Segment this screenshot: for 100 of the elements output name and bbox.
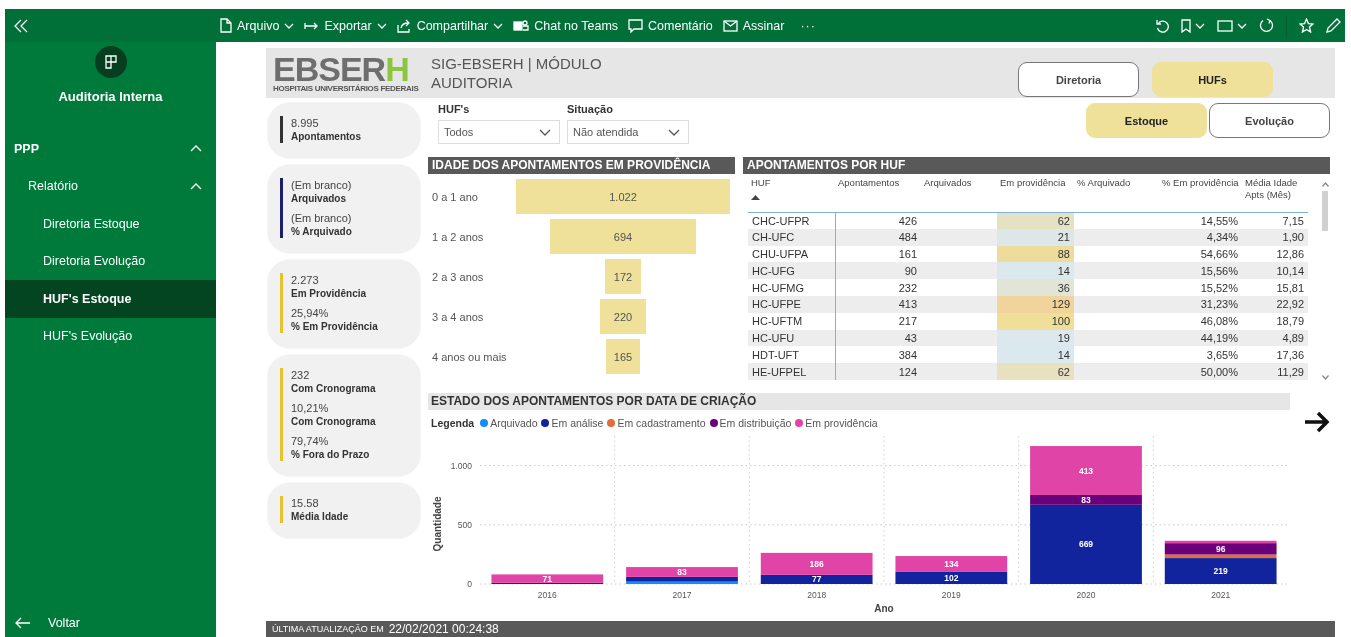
table-cell: 18,79 <box>1242 312 1308 330</box>
tick-label: 1.000 <box>450 460 472 471</box>
table-cell: 50,00% <box>1159 363 1242 380</box>
metric-label: Apontamentos <box>291 130 361 143</box>
table-cell: CH-UFC <box>748 228 835 246</box>
tick-label: 500 <box>457 519 472 530</box>
legend-label: Em análise <box>551 417 604 429</box>
collapse-icon[interactable] <box>13 18 29 33</box>
view-toggle-button[interactable]: Evolução <box>1209 103 1330 138</box>
table-cell: 1,90 <box>1242 228 1308 246</box>
column-header[interactable]: Média Idade Apts (Mês) <box>1242 174 1308 212</box>
update-timestamp: 22/02/2021 00:24:38 <box>388 622 499 636</box>
menu-button[interactable]: Assinar <box>718 12 789 39</box>
teams-icon <box>513 18 530 33</box>
category-label: 0 a 1 ano <box>431 190 479 203</box>
table-cell: HE-UFPEL <box>748 363 835 380</box>
table-cell: 36 <box>997 279 1074 296</box>
data-label: 77 <box>811 574 822 585</box>
back-link[interactable]: Voltar <box>5 616 216 637</box>
table-cell: 44,19% <box>1159 329 1242 347</box>
tick-label: 0 <box>467 579 472 589</box>
page-nav-button[interactable]: HUFs <box>1152 62 1273 97</box>
metric-value: 10,21% <box>291 401 330 415</box>
category-label: 2 a 3 anos <box>431 270 485 283</box>
more-button[interactable]: ··· <box>796 12 820 39</box>
bookmark-button[interactable] <box>1181 18 1205 33</box>
column-header[interactable]: Arquivados <box>921 174 997 212</box>
funnel-bar: 220 <box>599 299 647 334</box>
app-logo-icon <box>94 46 127 78</box>
tick-label: 2018 <box>807 590 827 600</box>
table-cell: HC-UFTM <box>748 312 835 330</box>
data-label: 83 <box>1081 494 1091 505</box>
app-title: Auditoria Interna <box>58 89 163 104</box>
table-cell: 14 <box>997 346 1074 364</box>
menu-button[interactable]: Arquivo <box>216 12 299 39</box>
table-cell: 232 <box>835 279 921 296</box>
next-arrow-icon[interactable] <box>1304 411 1330 433</box>
menu-button[interactable]: Comentário <box>624 12 717 39</box>
metric-value: 15.58 <box>291 496 320 510</box>
metric-label: % Fora do Prazo <box>291 448 371 461</box>
metric-label: Em Providência <box>291 287 368 300</box>
nav-item[interactable]: Diretoria Estoque <box>5 205 216 243</box>
chevron-down-icon <box>539 128 551 136</box>
refresh-icon[interactable] <box>1259 18 1274 33</box>
view-toggle-button[interactable]: Estoque <box>1086 103 1207 138</box>
view-button[interactable] <box>1217 19 1247 32</box>
table-cell: 4,34% <box>1159 228 1242 246</box>
table-cell: 12,86 <box>1242 245 1308 263</box>
table-cell: 15,56% <box>1159 262 1242 280</box>
table-cell: 54,66% <box>1159 245 1242 263</box>
table-cell: 413 <box>835 296 921 313</box>
funnel-bar: 172 <box>605 259 641 294</box>
data-label: 219 <box>1213 566 1228 577</box>
column-header[interactable]: HUF <box>748 174 835 212</box>
data-label: 186 <box>809 558 824 569</box>
panel-title: IDADE DOS APONTAMENTOS EM PROVIDÊNCIA <box>428 157 735 174</box>
page-nav-button[interactable]: Diretoria <box>1018 62 1139 97</box>
nav-item[interactable]: Relatório <box>5 167 216 205</box>
column-header[interactable]: Em providência <box>997 174 1074 212</box>
data-label: 102 <box>944 572 959 583</box>
pencil-icon[interactable] <box>1326 18 1341 33</box>
panel-title: APONTAMENTOS POR HUF <box>743 157 1330 174</box>
table-cell: CHC-UFPR <box>748 212 835 229</box>
menu-button[interactable]: Exportar <box>300 12 391 39</box>
menu-button[interactable]: Chat no Teams <box>509 12 623 39</box>
table-cell: 426 <box>835 212 921 229</box>
dropdown-field[interactable]: Não atendida <box>567 120 689 144</box>
table-cell: 22,92 <box>1242 296 1308 313</box>
column-header[interactable]: % Arquivado <box>1074 174 1159 212</box>
undo-icon[interactable] <box>1155 18 1169 33</box>
column-header[interactable]: Apontamentos <box>835 174 921 212</box>
axis-title: Quantidade <box>432 496 443 552</box>
column-header[interactable]: % Em providência <box>1159 174 1242 212</box>
caret-icon <box>1237 21 1247 30</box>
metric-label: % Arquivado <box>291 225 352 238</box>
legend-title: Legenda <box>431 417 475 429</box>
nav-item[interactable]: HUF's Estoque <box>5 280 216 318</box>
funnel-bar: 165 <box>605 339 641 374</box>
metric-value: 79,74% <box>291 434 330 448</box>
nav-item[interactable]: PPP <box>5 130 216 168</box>
legend-label: Em distribuição <box>719 417 792 429</box>
menu-button[interactable]: Compartilhar <box>392 12 508 39</box>
scroll-down-icon <box>1321 374 1329 380</box>
panel-title: ESTADO DOS APONTAMENTOS POR DATA DE CRIAÇÃO <box>428 393 1290 410</box>
filter-label: Situação <box>567 103 614 115</box>
share-icon <box>396 18 412 33</box>
tick-label: 2020 <box>1076 590 1096 600</box>
metric-label: Com Cronograma <box>291 382 376 395</box>
nav-item[interactable]: HUF's Evolução <box>5 317 216 355</box>
funnel-bar: 1.022 <box>516 179 730 214</box>
scroll-thumb[interactable] <box>1322 191 1328 231</box>
axis-title: Ano <box>874 603 894 614</box>
caret-icon <box>1195 21 1205 30</box>
data-label: 83 <box>677 567 687 577</box>
dropdown-field[interactable]: Todos <box>438 120 560 144</box>
data-label: 134 <box>944 559 959 569</box>
star-icon[interactable] <box>1299 18 1314 33</box>
logo-tagline: HOSPITAIS UNIVERSITÁRIOS FEDERAIS <box>273 83 420 93</box>
table-cell: 14,55% <box>1159 212 1242 229</box>
nav-item[interactable]: Diretoria Evolução <box>5 242 216 280</box>
